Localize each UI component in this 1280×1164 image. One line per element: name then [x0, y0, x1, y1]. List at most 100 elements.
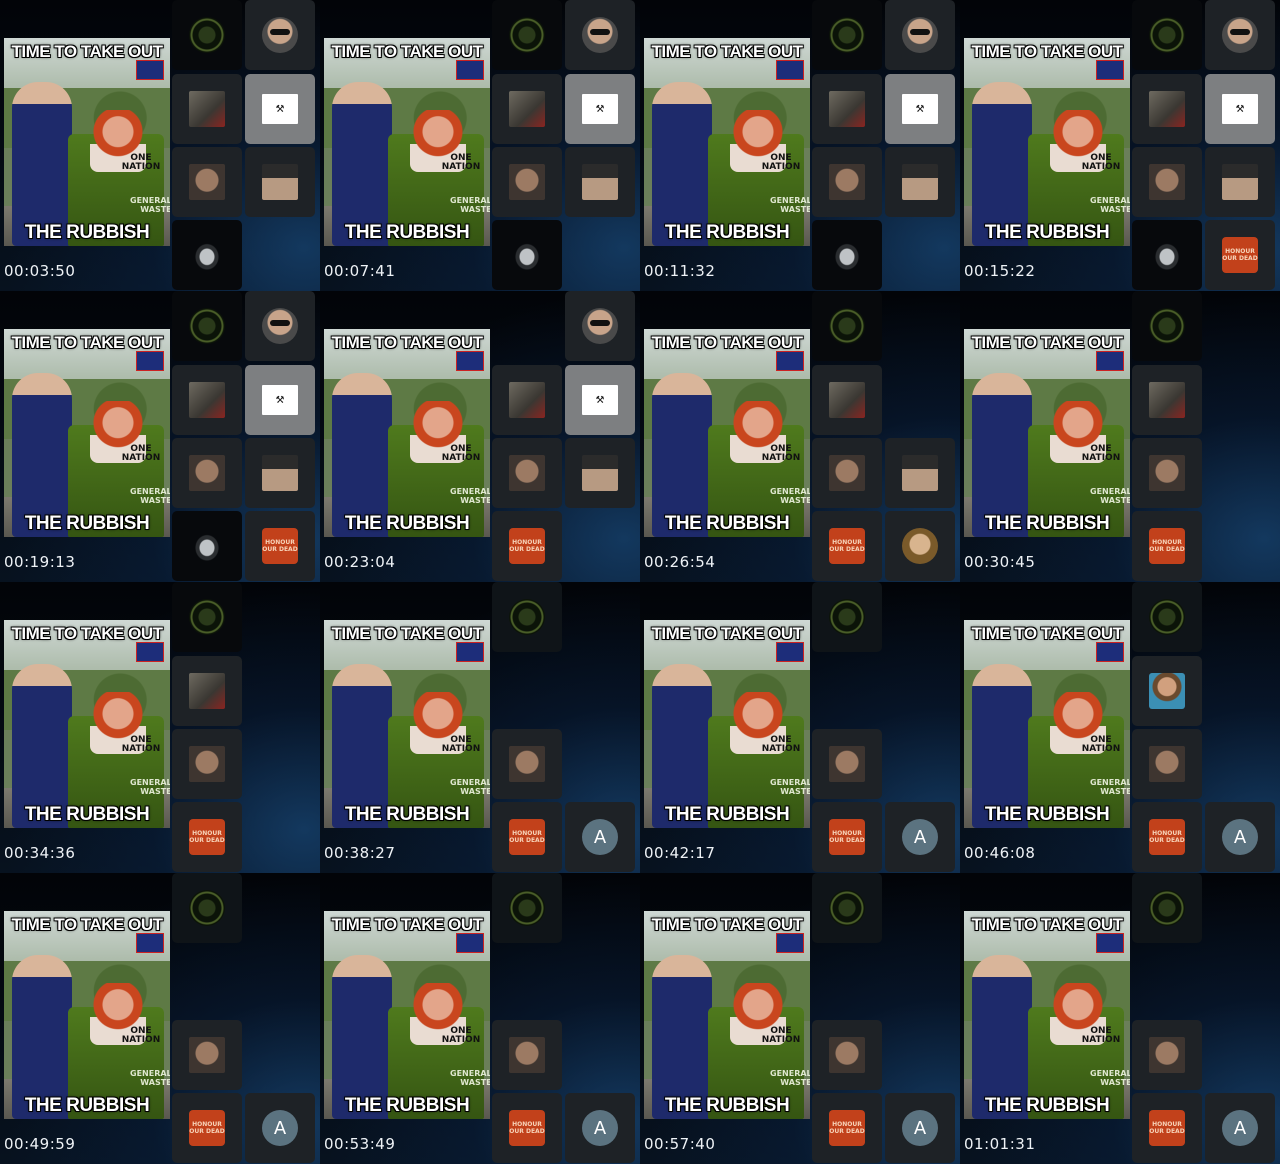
honour-our-dead-tile[interactable]: HONOUR OUR DEAD — [1132, 1093, 1202, 1163]
bald-man-avatar-tile[interactable] — [1132, 1020, 1202, 1090]
bird-icon — [509, 237, 545, 273]
bird-avatar-tile[interactable] — [812, 220, 882, 290]
honour-our-dead-tile[interactable]: HONOUR OUR DEAD — [812, 511, 882, 581]
clan-icon — [1149, 17, 1185, 53]
construction-logo-tile[interactable]: ⚒ — [245, 365, 315, 435]
frame-timestamp: 00:07:41 — [324, 262, 396, 280]
clan-emblem-tile[interactable] — [172, 873, 242, 943]
protest-photo-tile[interactable] — [492, 365, 562, 435]
protest-photo-tile[interactable] — [172, 365, 242, 435]
bearded-man-avatar-tile[interactable] — [1132, 656, 1202, 726]
clan-emblem-tile[interactable] — [492, 582, 562, 652]
bald-man-avatar-tile[interactable] — [812, 147, 882, 217]
clan-emblem-tile[interactable] — [812, 291, 882, 361]
sunglasses-avatar-tile[interactable] — [565, 291, 635, 361]
protest-photo-tile[interactable] — [492, 74, 562, 144]
honour-our-dead-tile[interactable]: HONOUR OUR DEAD — [1132, 802, 1202, 872]
construction-logo-tile[interactable]: ⚒ — [1205, 74, 1275, 144]
honour-our-dead-tile[interactable]: HONOUR OUR DEAD — [1205, 220, 1275, 290]
honour-our-dead-tile[interactable]: HONOUR OUR DEAD — [1132, 511, 1202, 581]
honour-our-dead-tile[interactable]: HONOUR OUR DEAD — [172, 802, 242, 872]
bald-man-avatar-tile[interactable] — [492, 438, 562, 508]
video-frame-3: ONE NATION GENERAL WASTE TIME TO TAKE OU… — [640, 0, 960, 291]
construction-logo-tile[interactable]: ⚒ — [565, 365, 635, 435]
bald-man-avatar-tile[interactable] — [172, 438, 242, 508]
bald-man-avatar-tile[interactable] — [812, 438, 882, 508]
bird-avatar-tile[interactable] — [172, 511, 242, 581]
protest-photo-tile[interactable] — [1132, 74, 1202, 144]
construction-logo-tile[interactable]: ⚒ — [885, 74, 955, 144]
bird-avatar-tile[interactable] — [172, 220, 242, 290]
clan-emblem-tile[interactable] — [812, 873, 882, 943]
honour-our-dead-tile[interactable]: HONOUR OUR DEAD — [245, 511, 315, 581]
bin-side-label: GENERAL WASTE — [130, 778, 170, 796]
protest-photo-tile[interactable] — [172, 74, 242, 144]
meme-top-text: TIME TO TAKE OUT — [331, 915, 483, 934]
letter-a-avatar-tile[interactable]: A — [245, 1093, 315, 1163]
clan-emblem-tile[interactable] — [1132, 291, 1202, 361]
clan-emblem-tile[interactable] — [1132, 582, 1202, 652]
letter-a-avatar-tile[interactable]: A — [565, 802, 635, 872]
bald-man-avatar-tile[interactable] — [172, 1020, 242, 1090]
letter-a-avatar-tile[interactable]: A — [1205, 1093, 1275, 1163]
meme-bottom-text: THE RUBBISH — [344, 804, 470, 825]
cap-man-avatar-tile[interactable] — [565, 438, 635, 508]
letter-a-avatar-tile[interactable]: A — [565, 1093, 635, 1163]
clan-emblem-tile[interactable] — [172, 582, 242, 652]
bald-man-avatar-tile[interactable] — [1132, 729, 1202, 799]
construction-logo-tile[interactable]: ⚒ — [245, 74, 315, 144]
clan-emblem-tile[interactable] — [172, 291, 242, 361]
clan-emblem-tile[interactable] — [1132, 873, 1202, 943]
clan-emblem-tile[interactable] — [172, 0, 242, 70]
clan-icon — [1149, 308, 1185, 344]
cap-man-avatar-tile[interactable] — [245, 438, 315, 508]
sunglasses-avatar-tile[interactable] — [245, 0, 315, 70]
letter-a-avatar-tile[interactable]: A — [885, 1093, 955, 1163]
clan-emblem-tile[interactable] — [492, 873, 562, 943]
honour-our-dead-tile[interactable]: HONOUR OUR DEAD — [492, 802, 562, 872]
clan-emblem-tile[interactable] — [812, 582, 882, 652]
sunglasses-avatar-tile[interactable] — [885, 0, 955, 70]
bin-side-label: GENERAL WASTE — [1090, 778, 1130, 796]
bird-avatar-tile[interactable] — [1132, 220, 1202, 290]
cap-man-avatar-tile[interactable] — [245, 147, 315, 217]
bald-man-avatar-tile[interactable] — [1132, 438, 1202, 508]
protest-photo-tile[interactable] — [1132, 365, 1202, 435]
cap-man-avatar-tile[interactable] — [885, 147, 955, 217]
bald-man-avatar-tile[interactable] — [812, 1020, 882, 1090]
honour-our-dead-tile[interactable]: HONOUR OUR DEAD — [492, 511, 562, 581]
bird-avatar-tile[interactable] — [492, 220, 562, 290]
video-frame-9: ONE NATION GENERAL WASTE TIME TO TAKE OU… — [0, 582, 320, 873]
honour-our-dead-tile[interactable]: HONOUR OUR DEAD — [812, 802, 882, 872]
honour-our-dead-tile[interactable]: HONOUR OUR DEAD — [172, 1093, 242, 1163]
clan-emblem-tile[interactable] — [492, 0, 562, 70]
honour-our-dead-tile[interactable]: HONOUR OUR DEAD — [492, 1093, 562, 1163]
bald-man-avatar-tile[interactable] — [492, 147, 562, 217]
protest-photo-tile[interactable] — [812, 365, 882, 435]
bald-man-avatar-tile[interactable] — [172, 729, 242, 799]
bald-man-avatar-tile[interactable] — [812, 729, 882, 799]
bald-man-avatar-tile[interactable] — [492, 729, 562, 799]
clan-emblem-tile[interactable] — [1132, 0, 1202, 70]
cap-man-avatar-tile[interactable] — [1205, 147, 1275, 217]
honour-our-dead-tile[interactable]: HONOUR OUR DEAD — [812, 1093, 882, 1163]
construction-logo-tile[interactable]: ⚒ — [565, 74, 635, 144]
bald-man-avatar-tile[interactable] — [492, 1020, 562, 1090]
clan-emblem-tile[interactable] — [812, 0, 882, 70]
sunglasses-avatar-tile[interactable] — [565, 0, 635, 70]
protest-photo-tile[interactable] — [172, 656, 242, 726]
honour-icon: HONOUR OUR DEAD — [509, 1110, 545, 1146]
woman-avatar-tile[interactable] — [885, 511, 955, 581]
sunglasses-avatar-tile[interactable] — [1205, 0, 1275, 70]
cap-man-avatar-tile[interactable] — [565, 147, 635, 217]
bin-label: ONE NATION — [761, 1026, 801, 1045]
bald-man-avatar-tile[interactable] — [172, 147, 242, 217]
protest-photo-tile[interactable] — [812, 74, 882, 144]
sunglasses-avatar-tile[interactable] — [245, 291, 315, 361]
face-icon — [189, 746, 225, 782]
cap-man-avatar-tile[interactable] — [885, 438, 955, 508]
letter-a-avatar-tile[interactable]: A — [885, 802, 955, 872]
letter-a-avatar-tile[interactable]: A — [1205, 802, 1275, 872]
video-frame-2: ONE NATION GENERAL WASTE TIME TO TAKE OU… — [320, 0, 640, 291]
bald-man-avatar-tile[interactable] — [1132, 147, 1202, 217]
